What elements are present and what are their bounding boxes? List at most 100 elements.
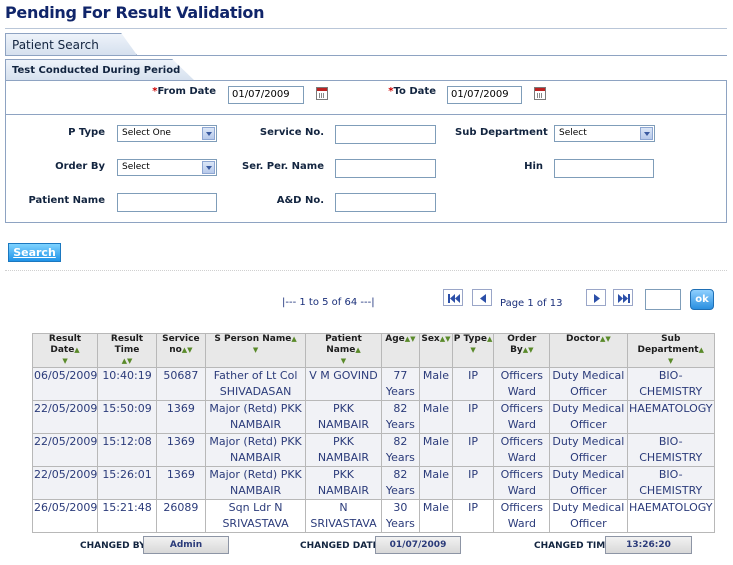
tab-patient-search[interactable]: Patient Search	[5, 33, 137, 55]
table-cell: Duty Medical Officer	[549, 433, 628, 467]
changed-date-label: CHANGED DATE	[300, 541, 379, 551]
column-header[interactable]: Doctor▲▼	[549, 333, 628, 368]
calendar-icon[interactable]	[534, 87, 546, 100]
table-cell: Major (Retd) PKK NAMBAIR	[204, 433, 307, 467]
table-cell: BIO-CHEMISTRY	[626, 367, 715, 401]
table-cell: PKK NAMBAIR	[305, 433, 382, 467]
ptype-select[interactable]: Select One	[117, 125, 217, 142]
table-cell: IP	[451, 400, 495, 434]
table-cell: 15:50:09	[97, 400, 157, 434]
table-cell: IP	[451, 466, 495, 500]
table-row[interactable]: 22/05/2009 15:12:08 1369 Major (Retd) PKK N…	[31, 433, 715, 467]
chevron-down-icon	[640, 127, 653, 140]
chevron-down-icon	[202, 127, 215, 140]
hin-input[interactable]	[554, 159, 654, 178]
page-number-input[interactable]	[645, 289, 681, 310]
table-cell: 26089	[155, 499, 206, 533]
patient-name-input[interactable]	[117, 193, 217, 212]
title-divider	[5, 28, 727, 29]
table-cell: 22/05/2009	[31, 400, 99, 434]
table-cell: IP	[451, 433, 495, 467]
from-date-input[interactable]: 01/07/2009	[228, 86, 304, 104]
table-row[interactable]: 22/05/2009 15:50:09 1369 Major (Retd) PKK N…	[31, 400, 715, 434]
table-cell: IP	[451, 367, 495, 401]
ptype-label: P Type	[68, 127, 105, 138]
chevron-down-icon	[202, 161, 215, 174]
table-cell: Officers Ward	[493, 466, 551, 500]
tab-test-period[interactable]: Test Conducted During Period	[5, 59, 195, 81]
go-button[interactable]: ok	[690, 289, 714, 310]
table-cell: Male	[419, 466, 453, 500]
table-cell: Officers Ward	[493, 367, 551, 401]
table-cell: Duty Medical Officer	[549, 400, 628, 434]
tab-divider	[5, 55, 727, 56]
table-row[interactable]: 06/05/2009 10:40:19 50687 Father of Lt Col …	[31, 367, 715, 401]
table-cell: 15:26:01	[97, 466, 157, 500]
table-row[interactable]: 22/05/2009 15:26:01 1369 Major (Retd) PKK N…	[31, 466, 715, 500]
calendar-icon[interactable]	[316, 87, 328, 100]
table-cell: Officers Ward	[493, 433, 551, 467]
table-cell: PKK NAMBAIR	[305, 400, 382, 434]
column-header[interactable]: Patient Name▲ ▼	[305, 333, 382, 368]
column-header[interactable]: S Person Name▲ ▼	[204, 333, 307, 368]
from-date-label: *From Date	[152, 86, 216, 97]
column-header[interactable]: Age▲▼	[380, 333, 421, 368]
service-no-label: Service No.	[259, 127, 324, 138]
ser-per-name-input[interactable]	[335, 159, 436, 178]
table-row[interactable]: 26/05/2009 15:21:48 26089 Sqn Ldr N SRIVAST…	[31, 499, 715, 533]
column-header[interactable]: Service no▲▼	[155, 333, 206, 368]
changed-time-value: 13:26:20	[605, 536, 692, 554]
search-button[interactable]: Search	[8, 243, 61, 262]
table-cell: Major (Retd) PKK NAMBAIR	[204, 400, 307, 434]
table-cell: Duty Medical Officer	[549, 466, 628, 500]
last-page-icon	[618, 294, 630, 303]
column-header[interactable]: Sex▲▼	[419, 333, 453, 368]
changed-by-value: Admin	[143, 536, 229, 554]
table-cell: Sqn Ldr N SRIVASTAVA	[204, 499, 307, 533]
first-page-button[interactable]	[443, 289, 463, 306]
table-cell: 06/05/2009	[31, 367, 99, 401]
table-cell: N SRIVASTAVA	[305, 499, 382, 533]
table-cell: Male	[419, 499, 453, 533]
table-cell: 77 Years	[380, 367, 421, 401]
table-cell: HAEMATOLOGY	[626, 499, 715, 533]
changed-date-value: 01/07/2009	[375, 536, 461, 554]
column-header[interactable]: Result Date▲ ▼	[31, 333, 99, 368]
table-cell: 1369	[155, 466, 206, 500]
previous-page-button[interactable]	[472, 289, 492, 306]
table-cell: IP	[451, 499, 495, 533]
ser-per-name-label: Ser. Per. Name	[242, 161, 324, 172]
last-page-button[interactable]	[613, 289, 633, 306]
table-cell: Officers Ward	[493, 499, 551, 533]
table-cell: V M GOVIND	[305, 367, 382, 401]
page-title: Pending For Result Validation	[5, 3, 265, 22]
record-range: |--- 1 to 5 of 64 ---|	[282, 297, 375, 308]
column-header[interactable]: Order By▲▼	[493, 333, 551, 368]
table-cell: 30 Years	[380, 499, 421, 533]
table-cell: 1369	[155, 433, 206, 467]
order-by-select[interactable]: Select	[117, 159, 217, 176]
previous-page-icon	[480, 294, 486, 303]
column-header[interactable]: Sub Department▲ ▼	[626, 333, 715, 368]
table-cell: 26/05/2009	[31, 499, 99, 533]
table-cell: 50687	[155, 367, 206, 401]
patient-name-label: Patient Name	[28, 195, 106, 206]
column-header[interactable]: Result Time ▲▼	[97, 333, 157, 368]
table-cell: Major (Retd) PKK NAMBAIR	[204, 466, 307, 500]
table-cell: Duty Medical Officer	[549, 499, 628, 533]
order-by-label: Order By	[55, 161, 105, 172]
ad-no-input[interactable]	[335, 193, 436, 212]
column-header[interactable]: P Type▲ ▼	[451, 333, 495, 368]
to-date-input[interactable]: 01/07/2009	[447, 86, 522, 104]
table-cell: 22/05/2009	[31, 433, 99, 467]
table-cell: Male	[419, 367, 453, 401]
sub-department-select[interactable]: Select	[554, 125, 655, 142]
section-divider	[5, 270, 727, 271]
table-cell: 1369	[155, 400, 206, 434]
hin-label: Hin	[524, 161, 543, 172]
table-cell: 82 Years	[380, 400, 421, 434]
table-cell: 15:12:08	[97, 433, 157, 467]
service-no-input[interactable]	[335, 125, 436, 144]
next-page-button[interactable]	[586, 289, 606, 306]
changed-by-label: CHANGED BY	[80, 541, 146, 551]
